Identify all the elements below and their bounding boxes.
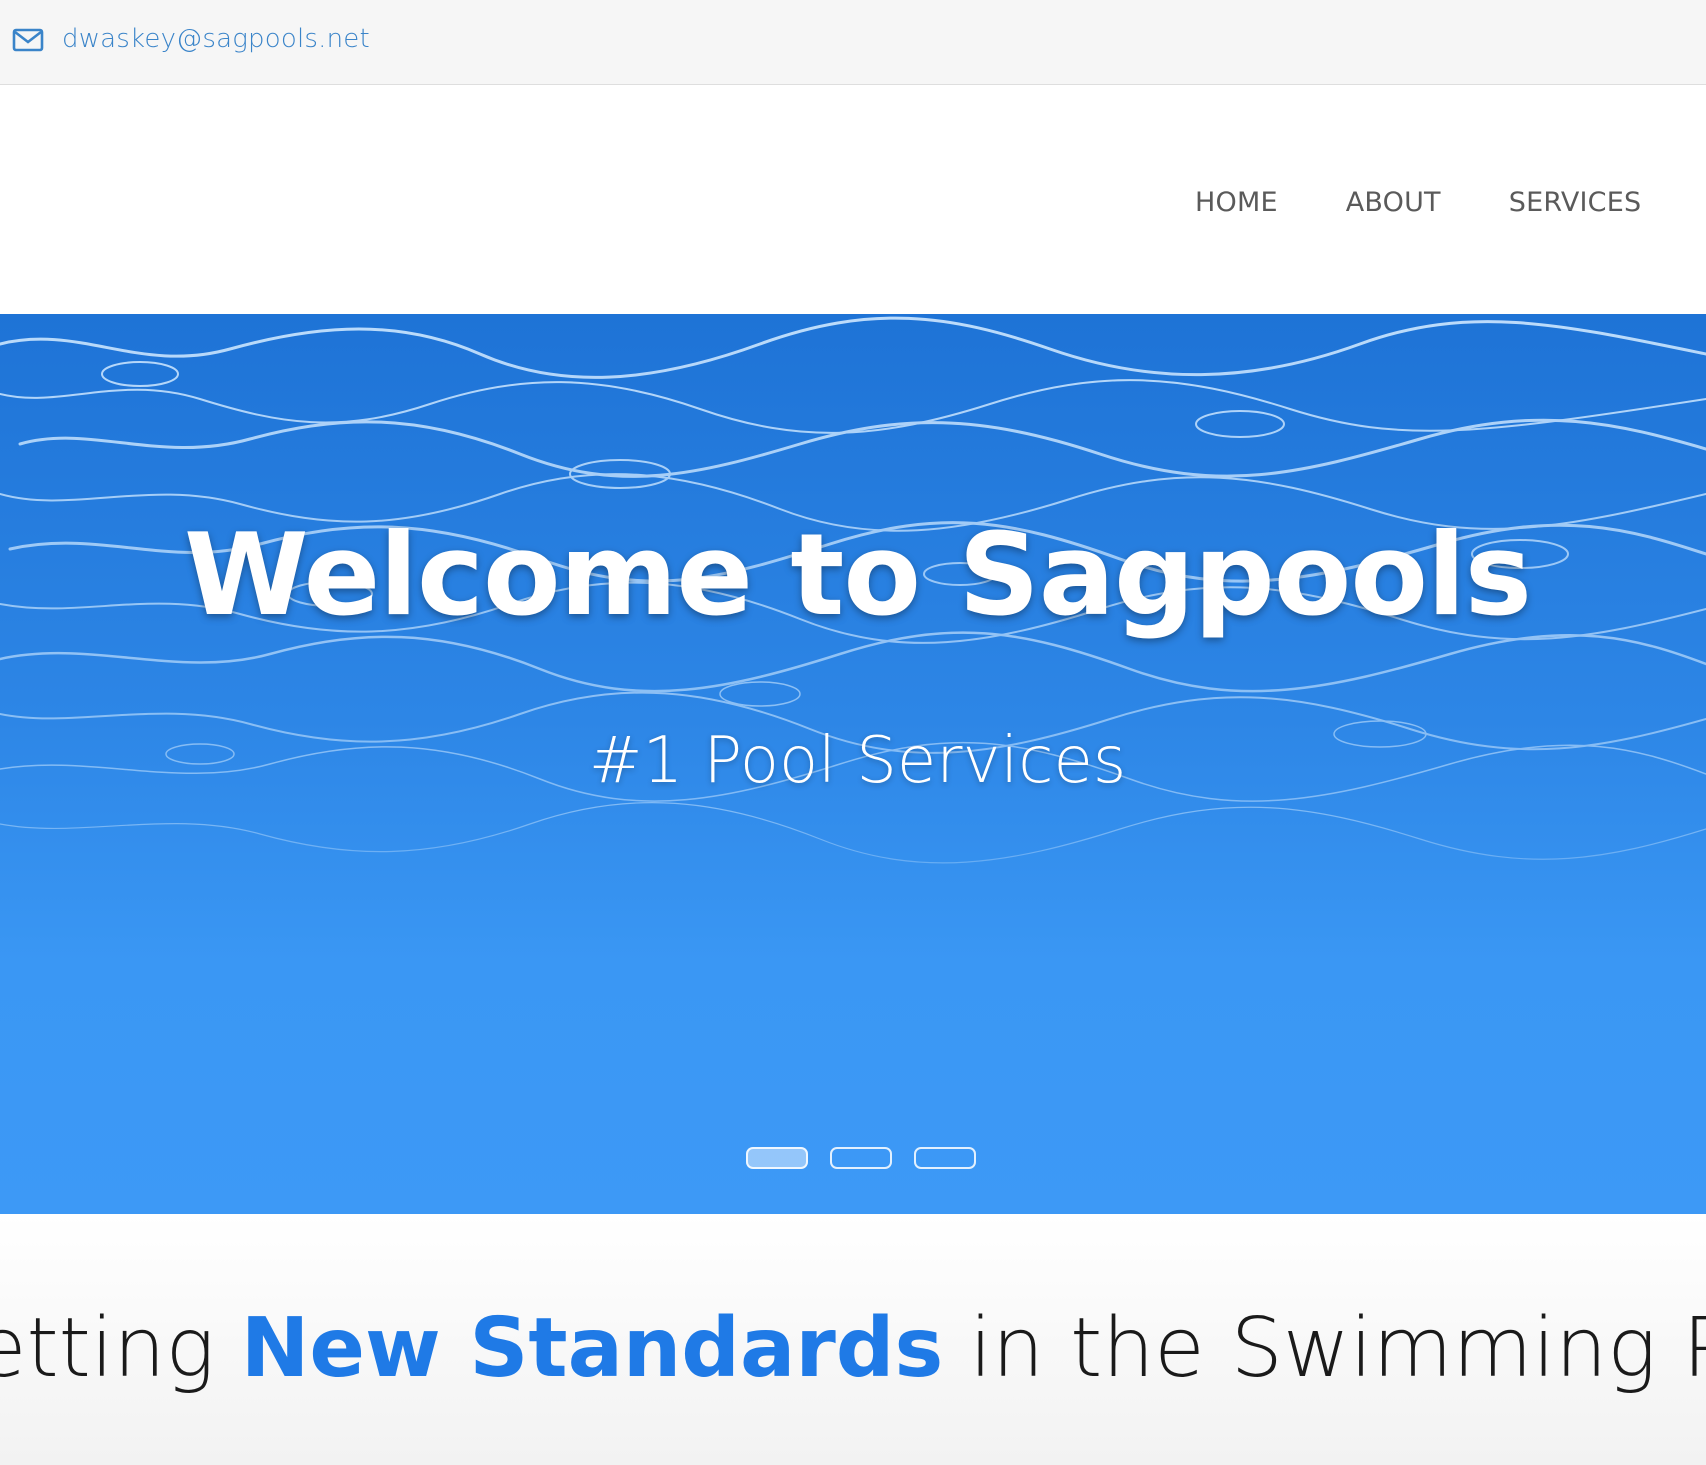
nav-about[interactable]: ABOUT xyxy=(1346,187,1441,218)
slide-indicator-3[interactable] xyxy=(914,1147,976,1169)
site-header: HOME ABOUT SERVICES W xyxy=(0,85,1706,314)
slide-indicator-2[interactable] xyxy=(830,1147,892,1169)
tagline-section: etting New Standards in the Swimming Poo… xyxy=(0,1214,1706,1465)
tagline-highlight: New Standards xyxy=(240,1301,944,1396)
hero-title: Welcome to Sagpools xyxy=(184,509,1532,641)
tagline-prefix: etting xyxy=(0,1301,241,1396)
main-nav: HOME ABOUT SERVICES W xyxy=(1195,187,1706,218)
email-link[interactable]: dwaskey@sagpools.net xyxy=(12,24,370,54)
envelope-icon xyxy=(12,25,44,53)
hero-slider: Welcome to Sagpools #1 Pool Services xyxy=(0,314,1706,1214)
nav-services[interactable]: SERVICES xyxy=(1509,187,1642,218)
tagline-suffix: in the Swimming Pool Indust xyxy=(969,1301,1706,1396)
email-address: dwaskey@sagpools.net xyxy=(62,24,370,54)
slide-indicator-1[interactable] xyxy=(746,1147,808,1169)
nav-home[interactable]: HOME xyxy=(1195,187,1278,218)
hero-subtitle: #1 Pool Services xyxy=(588,724,1127,798)
slider-indicators xyxy=(746,1147,998,1169)
tagline-heading: etting New Standards in the Swimming Poo… xyxy=(0,1301,1706,1396)
top-bar: dwaskey@sagpools.net xyxy=(0,0,1706,85)
